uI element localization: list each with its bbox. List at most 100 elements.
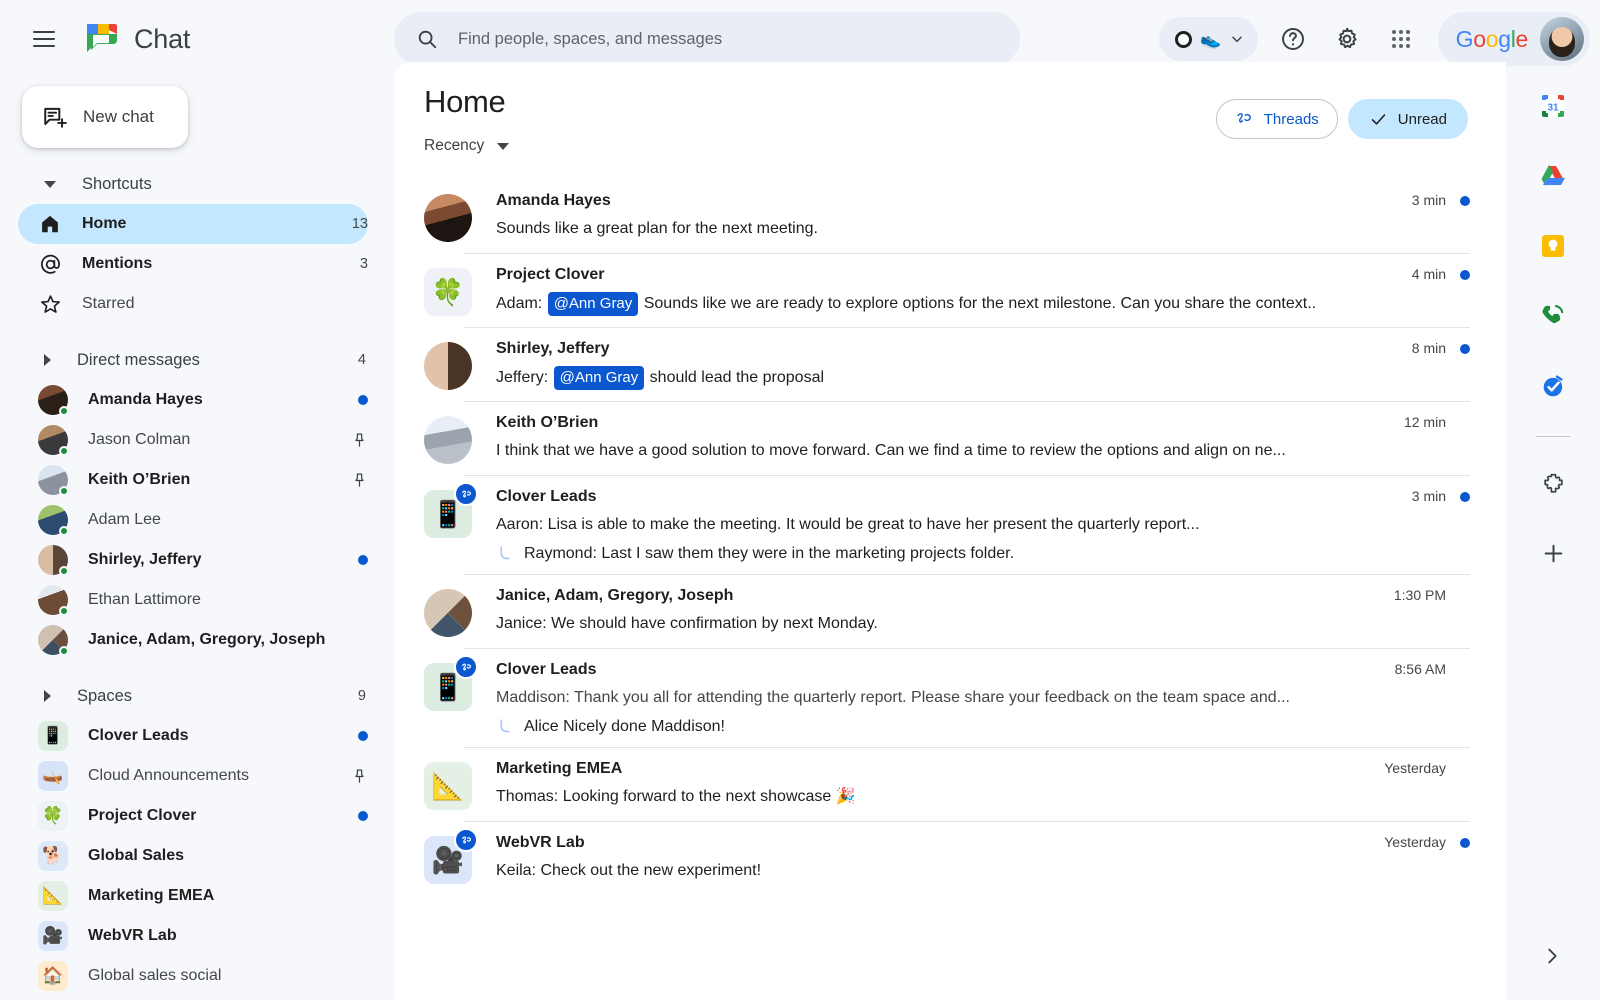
chevron-down-icon — [1230, 32, 1244, 46]
sidebar-item-global-sales[interactable]: 🐕 Global Sales — [18, 836, 368, 876]
expand-panel-button[interactable] — [1530, 934, 1574, 978]
threads-filter-label: Threads — [1264, 111, 1319, 128]
sidebar-item-shirley-jeffery[interactable]: Shirley, Jeffery — [18, 540, 368, 580]
avatar — [38, 465, 68, 495]
account-button[interactable]: Google — [1438, 12, 1590, 66]
conversation-snippet: I think that we have a good solution to … — [496, 440, 1470, 462]
sidebar-item-label: Home — [82, 215, 126, 233]
avatar-group — [38, 625, 68, 655]
conversation-name: Shirley, Jeffery — [496, 340, 610, 358]
conversation-time: 3 min — [1394, 488, 1446, 504]
side-apps-rail: 31 — [1506, 62, 1600, 1000]
sidebar-item-starred[interactable]: Starred — [18, 284, 368, 324]
sidebar-item-clover-ux[interactable]: 🧑 Clover UX — [18, 996, 368, 1000]
conversation-body: Project Clover 4 min Adam: @Ann Gray Sou… — [476, 266, 1470, 316]
sort-dropdown[interactable]: Recency — [424, 137, 509, 155]
conversation-avatar: 🍀 — [424, 266, 476, 316]
presence-dot — [59, 486, 69, 496]
left-sidebar: New chat Shortcuts Home 13 Mentions 3 — [0, 78, 394, 1000]
sidebar-item-marketing-emea[interactable]: 📐 Marketing EMEA — [18, 876, 368, 916]
google-calendar-button[interactable]: 31 — [1531, 84, 1575, 128]
sidebar-item-clover-leads[interactable]: 📱 Clover Leads — [18, 716, 368, 756]
add-apps-button[interactable] — [1531, 531, 1575, 575]
google-tasks-button[interactable] — [1531, 364, 1575, 408]
sidebar-item-janice-group[interactable]: Janice, Adam, Gregory, Joseph — [18, 620, 368, 660]
conversation-row[interactable]: 🎥 WebVR Lab Yesterday Keila: Check out t… — [394, 822, 1506, 896]
pin-icon — [351, 432, 368, 449]
sidebar-item-amanda-hayes[interactable]: Amanda Hayes — [18, 380, 368, 420]
user-avatar[interactable] — [1540, 17, 1584, 61]
conversation-row[interactable]: 🍀 Project Clover 4 min Adam: @Ann Gray S… — [394, 254, 1506, 328]
conversation-list[interactable]: Amanda Hayes 3 min Sounds like a great p… — [394, 180, 1506, 1000]
sidebar-item-label: Mentions — [82, 255, 152, 273]
sidebar-item-cloud-announcements[interactable]: 🛶 Cloud Announcements — [18, 756, 368, 796]
sidebar-item-project-clover[interactable]: 🍀 Project Clover — [18, 796, 368, 836]
sidebar-item-home[interactable]: Home 13 — [18, 204, 368, 244]
triangle-right-icon — [44, 354, 51, 366]
conversation-snippet: Janice: We should have confirmation by n… — [496, 613, 1470, 635]
unread-filter-button[interactable]: Unread — [1348, 99, 1468, 139]
sidebar-item-global-sales-social[interactable]: 🏠 Global sales social — [18, 956, 368, 996]
sidebar-item-jason-colman[interactable]: Jason Colman — [18, 420, 368, 460]
plus-icon — [1541, 541, 1566, 566]
pin-icon — [351, 472, 368, 489]
availability-status-chip[interactable]: 👟 — [1159, 17, 1257, 61]
sidebar-item-mentions[interactable]: Mentions 3 — [18, 244, 368, 284]
direct-messages-section-header[interactable]: Direct messages 4 — [0, 340, 394, 380]
space-emoji-icon: 📐 — [38, 881, 68, 911]
conversation-name: Project Clover — [496, 266, 604, 284]
avatar-group — [38, 545, 68, 575]
conversation-snippet: Aaron: Lisa is able to make the meeting.… — [496, 514, 1470, 536]
conversation-name: Janice, Adam, Gregory, Joseph — [496, 587, 733, 605]
direct-messages-label: Direct messages — [77, 351, 200, 370]
presence-dot — [59, 526, 69, 536]
hamburger-menu-icon[interactable] — [20, 15, 68, 63]
conversation-row[interactable]: Shirley, Jeffery 8 min Jeffery: @Ann Gra… — [394, 328, 1506, 402]
conversation-time: 12 min — [1386, 414, 1446, 430]
conversation-time: 3 min — [1394, 192, 1446, 208]
new-chat-button[interactable]: New chat — [22, 86, 188, 148]
addons-button[interactable] — [1531, 461, 1575, 505]
google-drive-button[interactable] — [1531, 154, 1575, 198]
google-keep-button[interactable] — [1531, 224, 1575, 268]
sidebar-item-ethan-lattimore[interactable]: Ethan Lattimore — [18, 580, 368, 620]
conversation-snippet: Thomas: Looking forward to the next show… — [496, 786, 1470, 808]
google-chat-logo-icon — [82, 19, 122, 59]
check-icon — [1369, 110, 1388, 129]
threads-filter-button[interactable]: Threads — [1216, 99, 1338, 139]
sidebar-item-keith-obrien[interactable]: Keith O’Brien — [18, 460, 368, 500]
settings-button[interactable] — [1323, 15, 1371, 63]
google-voice-icon — [1539, 302, 1567, 330]
shortcuts-section-header[interactable]: Shortcuts — [0, 164, 394, 204]
conversation-row[interactable]: 📐 Marketing EMEA Yesterday Thomas: Looki… — [394, 748, 1506, 822]
conversation-row[interactable]: 📱 Clover Leads 8:56 AM Maddison: Thank y… — [394, 649, 1506, 748]
apps-grid-icon — [1389, 27, 1413, 51]
conversation-row[interactable]: Keith O’Brien 12 min I think that we hav… — [394, 402, 1506, 476]
sidebar-item-label: Clover Leads — [88, 727, 188, 745]
google-voice-button[interactable] — [1531, 294, 1575, 338]
conversation-avatar: 📱 — [424, 488, 476, 563]
conversation-row[interactable]: Amanda Hayes 3 min Sounds like a great p… — [394, 180, 1506, 254]
conversation-time: 8 min — [1394, 340, 1446, 356]
snippet-text: should lead the proposal — [645, 369, 824, 386]
spaces-section-header[interactable]: Spaces 9 — [0, 676, 394, 716]
search-input[interactable] — [458, 30, 978, 49]
search-bar[interactable] — [394, 12, 1020, 66]
help-button[interactable] — [1269, 15, 1317, 63]
mention-chip: @Ann Gray — [548, 292, 639, 316]
conversation-body: Amanda Hayes 3 min Sounds like a great p… — [476, 192, 1470, 242]
conversation-avatar — [424, 587, 476, 637]
google-keep-icon — [1540, 233, 1566, 259]
spaces-count: 9 — [358, 688, 366, 704]
star-outline-icon — [38, 292, 62, 316]
main-panel: Home Threads Unread Recency — [394, 62, 1506, 1000]
sidebar-item-adam-lee[interactable]: Adam Lee — [18, 500, 368, 540]
google-apps-button[interactable] — [1377, 15, 1425, 63]
conversation-row[interactable]: Janice, Adam, Gregory, Joseph 1:30 PM Ja… — [394, 575, 1506, 649]
sidebar-item-label: Keith O’Brien — [88, 471, 190, 489]
space-emoji-icon: 🐕 — [38, 841, 68, 871]
conversation-row[interactable]: 📱 Clover Leads 3 min Aaron: Lisa is able… — [394, 476, 1506, 575]
conversation-time: Yesterday — [1366, 760, 1446, 776]
sidebar-item-label: Cloud Announcements — [88, 767, 249, 785]
sidebar-item-webvr-lab[interactable]: 🎥 WebVR Lab — [18, 916, 368, 956]
